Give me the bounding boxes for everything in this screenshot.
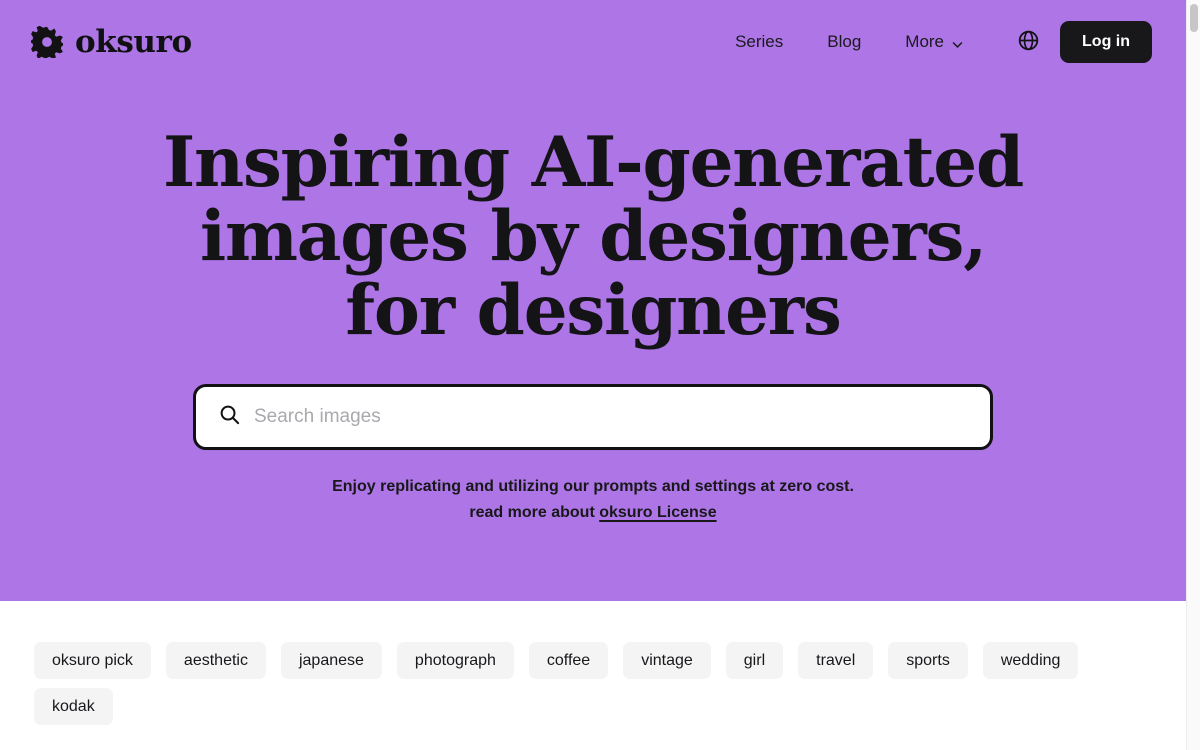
chevron-down-icon (951, 36, 964, 49)
search-input[interactable] (254, 387, 968, 447)
page-content: oksuro Series Blog More Log in Inspiring… (0, 0, 1186, 750)
main-nav: Series Blog More Log in (713, 21, 1152, 63)
page-title: Inspiring AI-generated images by designe… (0, 126, 1186, 348)
tagline-line-2-prefix: read more about (469, 504, 600, 521)
tag-chip[interactable]: coffee (528, 642, 609, 679)
oksuro-license-link[interactable]: oksuro License (599, 504, 716, 521)
globe-icon (1017, 29, 1040, 55)
browser-viewport: oksuro Series Blog More Log in Inspiring… (0, 0, 1200, 750)
search-container (193, 384, 993, 450)
tag-chip[interactable]: sports (888, 642, 968, 679)
nav-link-more[interactable]: More (883, 24, 986, 60)
tag-chip[interactable]: oksuro pick (34, 642, 151, 679)
site-header: oksuro Series Blog More Log in (0, 0, 1186, 84)
tagline-line-1: Enjoy replicating and utilizing our prom… (332, 478, 854, 495)
nav-link-series-label: Series (735, 32, 784, 51)
vertical-scrollbar[interactable] (1186, 0, 1200, 750)
scrollbar-thumb[interactable] (1190, 4, 1198, 32)
brand-logo[interactable]: oksuro (29, 23, 192, 61)
search-box[interactable] (193, 384, 993, 450)
search-icon (218, 403, 241, 431)
nav-link-series[interactable]: Series (713, 24, 805, 60)
tags-section: oksuro pick aesthetic japanese photograph co… (0, 601, 1186, 725)
tag-chip[interactable]: japanese (280, 642, 382, 679)
tag-chip[interactable]: aesthetic (165, 642, 266, 679)
tag-chip[interactable]: girl (725, 642, 784, 679)
tag-chip[interactable]: vintage (623, 642, 711, 679)
gear-icon (29, 25, 65, 61)
nav-link-blog-label: Blog (827, 32, 862, 51)
tag-chip[interactable]: travel (798, 642, 874, 679)
headline-line-3: for designers (345, 270, 841, 351)
brand-name: oksuro (75, 23, 192, 60)
tag-chip[interactable]: wedding (982, 642, 1079, 679)
hero-tagline: Enjoy replicating and utilizing our prom… (0, 474, 1186, 526)
language-button[interactable] (1008, 22, 1048, 62)
tag-list: oksuro pick aesthetic japanese photograph co… (34, 642, 1152, 725)
tag-chip[interactable]: photograph (396, 642, 514, 679)
login-button[interactable]: Log in (1060, 21, 1152, 63)
tag-chip[interactable]: kodak (34, 688, 113, 725)
headline-line-1: Inspiring AI-generated (162, 122, 1024, 203)
headline-line-2: images by designers, (199, 196, 987, 277)
hero-section: oksuro Series Blog More Log in Inspiring… (0, 0, 1186, 601)
tagline-line-2: read more about oksuro License (0, 500, 1186, 526)
nav-link-more-label: More (905, 32, 945, 51)
nav-link-blog[interactable]: Blog (805, 24, 883, 60)
